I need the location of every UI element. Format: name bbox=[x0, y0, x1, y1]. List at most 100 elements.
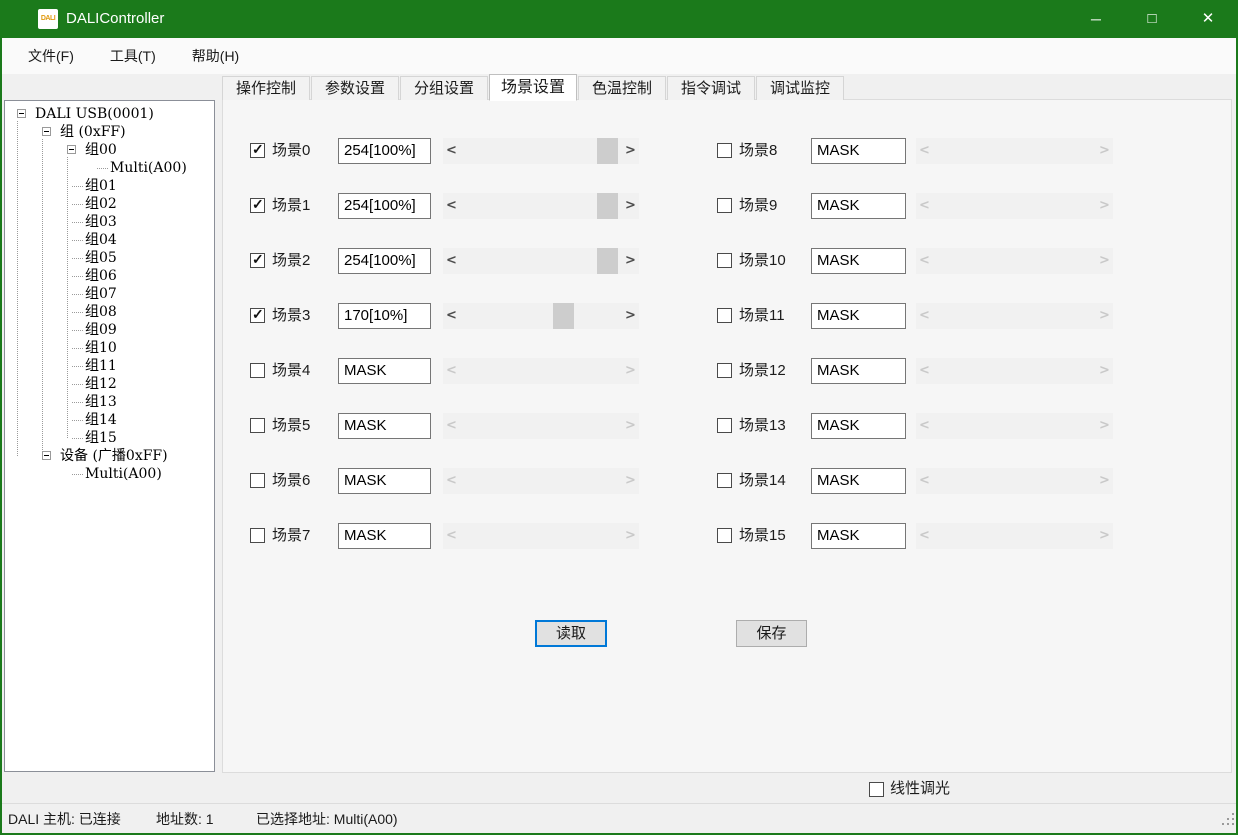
scrollbar-right-arrow-icon[interactable]: > bbox=[622, 468, 639, 494]
scene-checkbox-10[interactable] bbox=[717, 253, 732, 268]
scene-checkbox-3[interactable]: ✓ bbox=[250, 308, 265, 323]
tree-item-label[interactable]: 组03 bbox=[85, 213, 117, 231]
tree-expander-icon[interactable] bbox=[67, 145, 76, 154]
scrollbar-left-arrow-icon[interactable]: < bbox=[443, 413, 460, 439]
resize-grip[interactable] bbox=[1222, 812, 1236, 826]
scene-checkbox-2[interactable]: ✓ bbox=[250, 253, 265, 268]
maximize-icon[interactable]: □ bbox=[1124, 0, 1180, 38]
scrollbar-thumb[interactable] bbox=[597, 138, 618, 164]
scene-checkbox-1[interactable]: ✓ bbox=[250, 198, 265, 213]
tree-expander-icon[interactable] bbox=[42, 127, 51, 136]
scrollbar-right-arrow-icon[interactable]: > bbox=[1096, 358, 1113, 384]
scene-scrollbar-8[interactable]: <> bbox=[916, 138, 1113, 164]
scene-value-input-9[interactable]: MASK bbox=[811, 193, 906, 219]
tree-item[interactable]: 组12 bbox=[5, 375, 214, 393]
scene-checkbox-15[interactable] bbox=[717, 528, 732, 543]
tree-item[interactable]: 组10 bbox=[5, 339, 214, 357]
scene-value-input-1[interactable]: 254[100%] bbox=[338, 193, 431, 219]
scene-value-input-13[interactable]: MASK bbox=[811, 413, 906, 439]
tree-item[interactable]: 组03 bbox=[5, 213, 214, 231]
tree-item-label[interactable]: Multi(A00) bbox=[110, 159, 187, 177]
tree-item-label[interactable]: 组11 bbox=[85, 357, 117, 375]
scene-value-input-3[interactable]: 170[10%] bbox=[338, 303, 431, 329]
menu-item-1[interactable]: 工具(T) bbox=[100, 43, 166, 69]
tree-item[interactable]: 组06 bbox=[5, 267, 214, 285]
tree-expander-icon[interactable] bbox=[17, 109, 26, 118]
scrollbar-right-arrow-icon[interactable]: > bbox=[1096, 303, 1113, 329]
scene-scrollbar-1[interactable]: <> bbox=[443, 193, 639, 219]
scene-value-input-14[interactable]: MASK bbox=[811, 468, 906, 494]
scrollbar-right-arrow-icon[interactable]: > bbox=[1096, 523, 1113, 549]
scene-value-input-12[interactable]: MASK bbox=[811, 358, 906, 384]
scene-checkbox-11[interactable] bbox=[717, 308, 732, 323]
scene-scrollbar-13[interactable]: <> bbox=[916, 413, 1113, 439]
scene-checkbox-6[interactable] bbox=[250, 473, 265, 488]
tab-3[interactable]: 场景设置 bbox=[489, 74, 577, 101]
tree-item[interactable]: 设备 (广播0xFF) bbox=[5, 447, 214, 465]
scene-scrollbar-14[interactable]: <> bbox=[916, 468, 1113, 494]
tree-item-label[interactable]: 组00 bbox=[85, 141, 117, 159]
scene-checkbox-4[interactable] bbox=[250, 363, 265, 378]
tree-item[interactable]: 组01 bbox=[5, 177, 214, 195]
scrollbar-right-arrow-icon[interactable]: > bbox=[622, 358, 639, 384]
tree-item[interactable]: 组07 bbox=[5, 285, 214, 303]
scrollbar-left-arrow-icon[interactable]: < bbox=[443, 248, 460, 274]
menu-item-0[interactable]: 文件(F) bbox=[18, 43, 84, 69]
tree-item-label[interactable]: 组14 bbox=[85, 411, 117, 429]
scrollbar-left-arrow-icon[interactable]: < bbox=[916, 248, 933, 274]
tree-item-label[interactable]: 组04 bbox=[85, 231, 117, 249]
scrollbar-left-arrow-icon[interactable]: < bbox=[916, 413, 933, 439]
scene-scrollbar-3[interactable]: <> bbox=[443, 303, 639, 329]
save-button[interactable]: 保存 bbox=[736, 620, 807, 647]
tree-item-label[interactable]: 组01 bbox=[85, 177, 117, 195]
tab-0[interactable]: 操作控制 bbox=[222, 76, 310, 100]
scene-checkbox-13[interactable] bbox=[717, 418, 732, 433]
scene-checkbox-0[interactable]: ✓ bbox=[250, 143, 265, 158]
tree-item[interactable]: 组05 bbox=[5, 249, 214, 267]
scene-value-input-5[interactable]: MASK bbox=[338, 413, 431, 439]
tree-item[interactable]: 组04 bbox=[5, 231, 214, 249]
scrollbar-right-arrow-icon[interactable]: > bbox=[622, 523, 639, 549]
scene-scrollbar-11[interactable]: <> bbox=[916, 303, 1113, 329]
tree-item[interactable]: 组09 bbox=[5, 321, 214, 339]
tree-item-label[interactable]: Multi(A00) bbox=[85, 465, 162, 483]
scrollbar-left-arrow-icon[interactable]: < bbox=[443, 468, 460, 494]
tree-item-label[interactable]: DALI USB(0001) bbox=[35, 105, 154, 123]
scrollbar-thumb[interactable] bbox=[553, 303, 574, 329]
scene-value-input-7[interactable]: MASK bbox=[338, 523, 431, 549]
scene-value-input-8[interactable]: MASK bbox=[811, 138, 906, 164]
scrollbar-left-arrow-icon[interactable]: < bbox=[916, 358, 933, 384]
tree-item[interactable]: 组11 bbox=[5, 357, 214, 375]
scrollbar-left-arrow-icon[interactable]: < bbox=[916, 303, 933, 329]
tree-item-label[interactable]: 组 (0xFF) bbox=[60, 123, 126, 141]
scene-scrollbar-9[interactable]: <> bbox=[916, 193, 1113, 219]
scrollbar-left-arrow-icon[interactable]: < bbox=[916, 193, 933, 219]
tab-2[interactable]: 分组设置 bbox=[400, 76, 488, 100]
tree-item-label[interactable]: 组02 bbox=[85, 195, 117, 213]
scene-value-input-6[interactable]: MASK bbox=[338, 468, 431, 494]
scene-scrollbar-5[interactable]: <> bbox=[443, 413, 639, 439]
tree-expander-icon[interactable] bbox=[42, 451, 51, 460]
minimize-icon[interactable]: ─ bbox=[1068, 0, 1124, 38]
scrollbar-thumb[interactable] bbox=[597, 248, 618, 274]
scrollbar-right-arrow-icon[interactable]: > bbox=[622, 248, 639, 274]
scene-scrollbar-12[interactable]: <> bbox=[916, 358, 1113, 384]
tree-item-label[interactable]: 组13 bbox=[85, 393, 117, 411]
tree-item[interactable]: Multi(A00) bbox=[5, 159, 214, 177]
scene-scrollbar-0[interactable]: <> bbox=[443, 138, 639, 164]
scene-scrollbar-10[interactable]: <> bbox=[916, 248, 1113, 274]
tab-6[interactable]: 调试监控 bbox=[756, 76, 844, 100]
scrollbar-right-arrow-icon[interactable]: > bbox=[1096, 468, 1113, 494]
scrollbar-right-arrow-icon[interactable]: > bbox=[1096, 248, 1113, 274]
scene-value-input-11[interactable]: MASK bbox=[811, 303, 906, 329]
scrollbar-left-arrow-icon[interactable]: < bbox=[443, 523, 460, 549]
scene-value-input-4[interactable]: MASK bbox=[338, 358, 431, 384]
scene-scrollbar-7[interactable]: <> bbox=[443, 523, 639, 549]
tab-1[interactable]: 参数设置 bbox=[311, 76, 399, 100]
scene-scrollbar-2[interactable]: <> bbox=[443, 248, 639, 274]
tree-item[interactable]: 组15 bbox=[5, 429, 214, 447]
tree-item-label[interactable]: 组10 bbox=[85, 339, 117, 357]
scene-scrollbar-6[interactable]: <> bbox=[443, 468, 639, 494]
tab-5[interactable]: 指令调试 bbox=[667, 76, 755, 100]
tree-item-label[interactable]: 组15 bbox=[85, 429, 117, 447]
